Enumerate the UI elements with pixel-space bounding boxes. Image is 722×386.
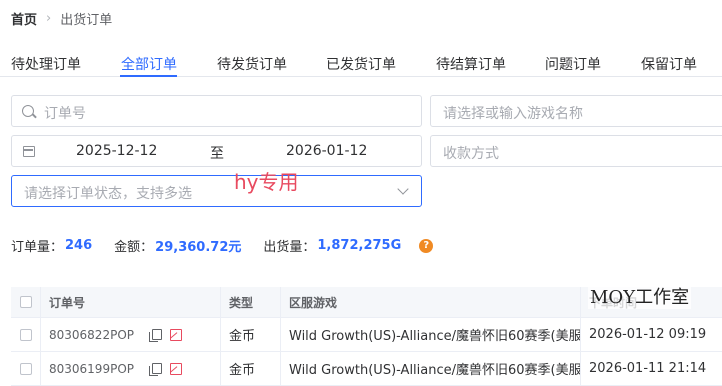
order-stats: 订单量： 246 金额： 29,360.72元 出货量： 1,872,275G … <box>11 236 434 255</box>
date-start[interactable]: 2025-12-12 <box>76 143 157 159</box>
order-type: 金币 <box>221 352 281 385</box>
copy-icon[interactable] <box>149 329 162 342</box>
date-range-separator: 至 <box>210 146 224 162</box>
shipped-value: 1,872,275G <box>317 238 402 253</box>
order-status-multiselect[interactable]: 请选择订单状态，支持多选 <box>11 175 422 207</box>
help-icon[interactable]: ? <box>419 238 434 253</box>
date-range-picker[interactable]: 2025-12-12 至 2026-01-12 <box>11 135 422 167</box>
chevron-down-icon[interactable] <box>397 183 409 195</box>
tab-to-settle-orders[interactable]: 待结算订单 <box>436 54 506 74</box>
header-server-game: 区服游戏 <box>281 287 581 317</box>
row-checkbox[interactable] <box>19 328 32 341</box>
order-no-search-input[interactable]: 订单号 <box>11 95 422 127</box>
game-select-input[interactable]: 请选择或输入游戏名称 <box>430 95 722 127</box>
active-tab-indicator <box>120 75 177 77</box>
tab-problem-orders[interactable]: 问题订单 <box>545 54 601 74</box>
amount-value: 29,360.72元 <box>155 240 242 255</box>
order-count-label: 订单量： <box>11 240 64 255</box>
amount-label: 金额： <box>114 240 154 255</box>
game-placeholder: 请选择或输入游戏名称 <box>443 106 583 122</box>
order-server-game: Wild Growth(US)-Alliance/魔兽怀旧60赛季(美服 <box>281 318 581 351</box>
order-tabs: 待处理订单 全部订单 待发货订单 已发货订单 待结算订单 问题订单 保留订单 <box>0 50 722 77</box>
table-row[interactable]: 80306199POP 金币 Wild Growth(US)-Alliance/… <box>11 352 722 386</box>
row-checkbox[interactable] <box>19 362 32 375</box>
tab-pending-orders[interactable]: 待处理订单 <box>11 54 81 74</box>
tab-reserved-orders[interactable]: 保留订单 <box>641 54 697 74</box>
breadcrumb-current: 出货订单 <box>60 13 113 28</box>
payment-placeholder: 收款方式 <box>443 146 499 162</box>
overlay-label: hy专用 <box>234 170 299 194</box>
tab-all-orders[interactable]: 全部订单 <box>121 54 177 74</box>
select-all-checkbox[interactable] <box>19 296 32 308</box>
date-end[interactable]: 2026-01-12 <box>286 143 367 159</box>
header-order-no: 订单号 <box>41 287 221 317</box>
calendar-icon <box>23 146 35 157</box>
chevron-right-icon: › <box>46 11 52 26</box>
order-no-placeholder: 订单号 <box>44 106 86 122</box>
watermark-label: MOY工作室 <box>588 283 692 309</box>
breadcrumb: 首页 › 出货订单 <box>11 9 112 28</box>
search-icon <box>22 105 34 117</box>
shipped-label: 出货量： <box>263 240 316 255</box>
order-type: 金币 <box>221 318 281 351</box>
order-server-game: Wild Growth(US)-Alliance/魔兽怀旧60赛季(美服 <box>281 352 581 385</box>
status-placeholder: 请选择订单状态，支持多选 <box>24 186 192 202</box>
tab-shipped-orders[interactable]: 已发货订单 <box>326 54 396 74</box>
breadcrumb-home-link[interactable]: 首页 <box>11 9 37 28</box>
order-no: 80306822POP <box>49 327 134 342</box>
payment-method-select[interactable]: 收款方式 <box>430 135 722 167</box>
order-time: 2026-01-12 09:19 <box>589 327 707 342</box>
header-type: 类型 <box>221 287 281 317</box>
image-icon[interactable] <box>170 328 182 341</box>
order-no: 80306199POP <box>49 361 134 376</box>
copy-icon[interactable] <box>149 363 162 376</box>
tab-to-ship-orders[interactable]: 待发货订单 <box>217 54 287 74</box>
order-time: 2026-01-11 21:14 <box>589 361 707 376</box>
order-count-value: 246 <box>65 238 93 253</box>
image-icon[interactable] <box>170 362 182 375</box>
table-row[interactable]: 80306822POP 金币 Wild Growth(US)-Alliance/… <box>11 318 722 352</box>
